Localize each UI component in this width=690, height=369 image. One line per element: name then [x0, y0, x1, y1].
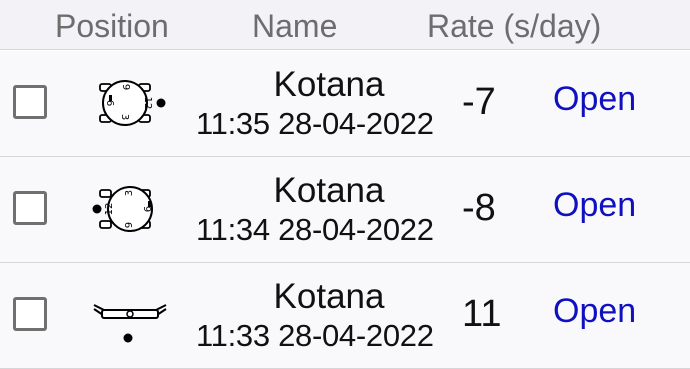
- row-checkbox[interactable]: [13, 191, 47, 225]
- table-row: 12 3 6 9 Kotana 11:34 28-04-2022 -8 Open: [0, 157, 690, 263]
- watch-crown-right-icon: 12 3 6 9: [92, 186, 154, 232]
- svg-text:9: 9: [124, 222, 135, 228]
- svg-text:12: 12: [142, 97, 153, 110]
- open-link[interactable]: Open: [553, 186, 636, 225]
- entry-rate: -7: [462, 81, 496, 123]
- column-header-position: Position: [55, 8, 169, 44]
- entry-name: Kotana: [273, 65, 385, 104]
- entry-timestamp: 11:35 28-04-2022: [196, 106, 434, 141]
- watch-dial-down-icon: [93, 304, 167, 343]
- svg-text:12: 12: [104, 203, 115, 216]
- table-row: Kotana 11:33 28-04-2022 11 Open: [0, 263, 690, 369]
- column-header-name: Name: [252, 8, 338, 44]
- row-checkbox[interactable]: [13, 85, 47, 119]
- entry-rate: -8: [462, 187, 496, 229]
- svg-text:3: 3: [124, 190, 135, 196]
- entry-name: Kotana: [273, 171, 385, 210]
- entry-timestamp: 11:33 28-04-2022: [196, 318, 434, 353]
- entry-rate: 11: [462, 293, 502, 335]
- column-header-rate: Rate (s/day): [427, 8, 602, 44]
- svg-text:6: 6: [104, 100, 115, 106]
- entry-timestamp: 11:34 28-04-2022: [196, 212, 434, 247]
- open-link[interactable]: Open: [553, 80, 636, 119]
- table-row: 12 3 6 9 Kotana 11:35 28-04-2022 -7 Open: [0, 51, 690, 157]
- table-header: Position Name Rate (s/day): [0, 0, 690, 50]
- svg-text:9: 9: [120, 84, 131, 90]
- open-link[interactable]: Open: [553, 292, 636, 331]
- svg-text:3: 3: [119, 114, 130, 120]
- entry-name: Kotana: [273, 277, 385, 316]
- svg-text:6: 6: [143, 206, 154, 212]
- row-checkbox[interactable]: [13, 297, 47, 331]
- watch-crown-left-icon: 12 3 6 9: [99, 80, 166, 126]
